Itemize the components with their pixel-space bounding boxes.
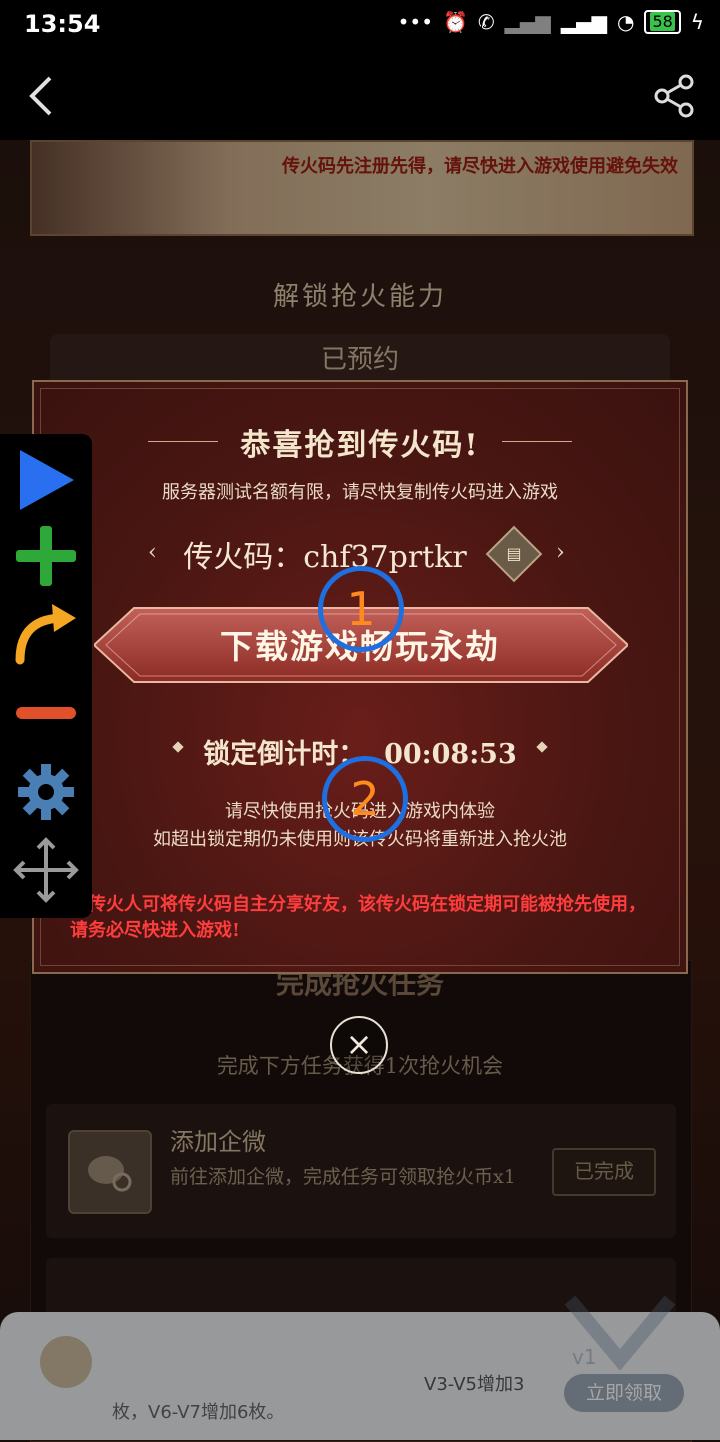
- signal-icon: ▂▄▆: [560, 10, 607, 34]
- alarm-icon: ⏰: [443, 10, 468, 34]
- modal-title: 恭喜抢到传火码!: [240, 428, 480, 463]
- step-marker-1: 1: [318, 566, 404, 652]
- chevron-right-ornament-icon: ›: [556, 540, 565, 565]
- step-marker-2: 2: [322, 756, 408, 842]
- call-forward-icon: ✆: [477, 10, 495, 34]
- close-icon[interactable]: ×: [330, 1016, 388, 1074]
- status-bar: 13:54 ••• ⏰ ✆ ▂▄▆ ▂▄▆ ◔ 58 ϟ: [0, 0, 720, 52]
- share-icon: [654, 74, 694, 118]
- copy-icon[interactable]: ▤: [505, 545, 523, 563]
- gear-icon[interactable]: [12, 758, 80, 826]
- move-arrows-icon[interactable]: [12, 836, 80, 904]
- redo-arrow-icon[interactable]: [12, 598, 80, 666]
- code-value[interactable]: chf37prtkr: [303, 540, 467, 575]
- battery-icon: 58: [644, 10, 681, 34]
- wifi-icon: ◔: [616, 10, 635, 34]
- chevron-left-icon: [29, 76, 52, 116]
- play-icon[interactable]: [12, 446, 80, 514]
- more-dots-icon: •••: [397, 10, 433, 34]
- minus-icon[interactable]: [12, 680, 80, 748]
- clock: 13:54: [24, 10, 101, 38]
- charging-icon: ϟ: [690, 10, 704, 34]
- back-button[interactable]: [22, 72, 62, 120]
- share-button[interactable]: [650, 72, 698, 120]
- code-label: 传火码：: [183, 540, 304, 575]
- lock-time: 00:08:53: [384, 739, 517, 770]
- nav-bar: [0, 52, 720, 140]
- status-icons: ••• ⏰ ✆ ▂▄▆ ▂▄▆ ◔ 58 ϟ: [398, 10, 704, 34]
- warning-text: 因传火人可将传火码自主分享好友，该传火码在锁定期可能被抢先使用，请务必尽快进入游…: [70, 894, 646, 941]
- modal-subtitle: 服务器测试名额有限，请尽快复制传火码进入游戏: [162, 482, 558, 503]
- signal-icon: ▂▄▆: [504, 10, 551, 34]
- plus-icon[interactable]: [12, 522, 80, 590]
